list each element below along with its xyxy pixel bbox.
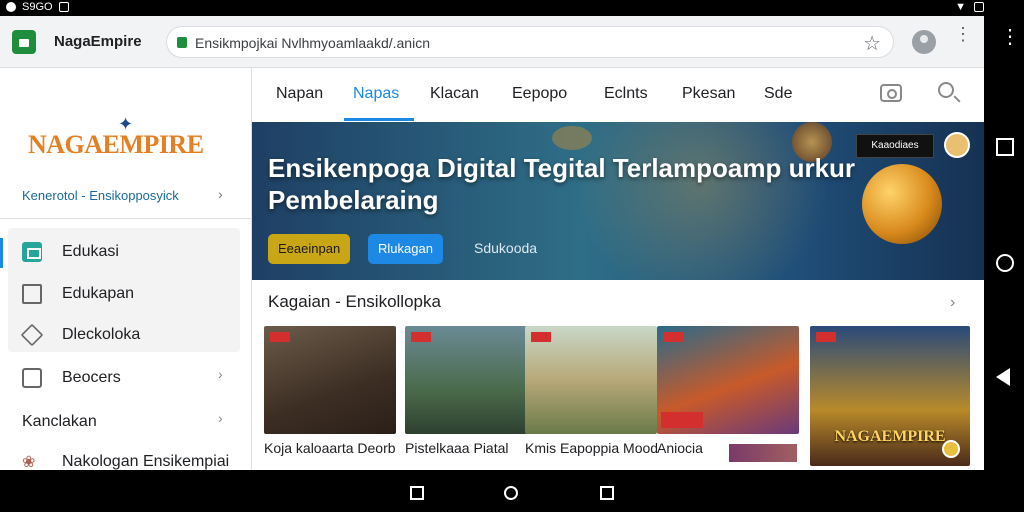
sidebar-item-edukasi[interactable]: Edukasi	[22, 240, 119, 264]
divider	[0, 218, 252, 219]
sidebar-item-label: Kanclakan	[22, 413, 97, 430]
leaf-icon: ❀	[22, 454, 36, 470]
chevron-right-icon[interactable]: ›	[950, 294, 955, 312]
tab-eepopo[interactable]: Eepopo	[512, 85, 567, 103]
overflow-menu-icon[interactable]: ⋮	[1000, 27, 1020, 47]
active-tab-underline	[344, 118, 414, 121]
hero-trophy-image	[862, 164, 942, 244]
card-thumbnail[interactable]	[405, 326, 537, 434]
site-title: NagaEmpire	[54, 33, 142, 50]
content-card[interactable]: Kmis Eapoppia Moodaloi	[525, 326, 657, 456]
nav-tabs: Napan Napas Klacan Eepopo Eclnts Pkesan …	[252, 68, 984, 122]
search-icon[interactable]	[938, 82, 954, 98]
active-indicator	[0, 238, 3, 268]
status-text: S9GO	[22, 1, 53, 13]
bookmark-star-icon[interactable]: ☆	[863, 31, 881, 56]
home-icon[interactable]	[996, 254, 1014, 272]
main-content: Napan Napas Klacan Eepopo Eclnts Pkesan …	[252, 68, 984, 470]
sidebar-item-label: Edukapan	[62, 285, 135, 302]
card-title[interactable]: Koja kaloaarta Deorbier	[264, 440, 396, 456]
card-thumbnail[interactable]	[657, 326, 799, 434]
breadcrumb[interactable]: Kenerotol - Ensikopposyick	[22, 188, 179, 203]
hero-coins-decoration	[552, 126, 592, 150]
coin-icon	[942, 440, 960, 458]
hero-banner: Kaaodiaes Ensikenpoga Digital Tegital Te…	[252, 122, 984, 280]
tab-eclnts[interactable]: Eclnts	[604, 85, 648, 103]
hero-avatar[interactable]	[944, 132, 970, 158]
battery-icon	[974, 2, 984, 12]
sidebar-item-nakologan[interactable]: ❀ Nakologan Ensikempiai	[22, 450, 229, 470]
hero-title: Ensikenpoga Digital Tegital Terlampoamp …	[268, 153, 856, 215]
sidebar-item-beocers[interactable]: Beocers	[22, 366, 121, 390]
live-badge	[411, 332, 431, 342]
camera-icon[interactable]	[880, 84, 902, 102]
sidebar-item-dleckoloka[interactable]: Dleckoloka	[20, 323, 141, 347]
app-icon	[58, 2, 69, 12]
card-title[interactable]: Aniocia	[657, 440, 723, 456]
address-bar[interactable]: Ensikmpojkai Nvlhmyoamlaakd/.anicn ☆	[166, 26, 894, 58]
sidebar-item-label: Beocers	[62, 369, 121, 386]
system-nav-bottom	[0, 470, 1024, 512]
chevron-right-icon[interactable]: ›	[218, 186, 223, 202]
chevron-right-icon[interactable]: ›	[218, 410, 223, 426]
tab-klacan[interactable]: Klacan	[430, 85, 479, 103]
education-icon	[22, 242, 42, 262]
live-badge	[270, 332, 290, 342]
content-card[interactable]: Koja kaloaarta Deorbier	[264, 326, 396, 456]
lock-icon	[177, 37, 187, 48]
sidebar-item-kanclakan[interactable]: Kanclakan	[22, 410, 97, 434]
browser-window: NagaEmpire Ensikmpojkai Nvlhmyoamlaakd/.…	[0, 16, 984, 470]
status-bar: S9GO ▼	[0, 0, 1024, 16]
content-card[interactable]: Pistelkaaa Piatal	[405, 326, 537, 456]
tab-pkesan[interactable]: Pkesan	[682, 85, 735, 103]
more-menu-icon[interactable]: ⋮	[954, 25, 972, 43]
profile-avatar-icon[interactable]	[912, 30, 936, 54]
wifi-icon: ▼	[955, 1, 966, 13]
label-badge	[661, 412, 703, 428]
sidebar: ✦ NAGAEMPIRE Kenerotol - Ensikopposyick …	[0, 68, 252, 470]
chart-icon	[22, 284, 42, 304]
section-title: Kagaian - Ensikollopka	[268, 292, 441, 311]
card-thumbnail[interactable]	[525, 326, 657, 434]
hero-secondary-button[interactable]: Rlukagan	[368, 234, 443, 264]
tag-icon	[20, 323, 44, 347]
card-strip	[729, 444, 797, 462]
recents-icon[interactable]	[996, 138, 1014, 156]
recents-icon[interactable]	[410, 486, 424, 500]
sidebar-item-label: Edukasi	[62, 243, 119, 260]
live-badge	[663, 332, 683, 342]
briefcase-icon	[22, 368, 42, 388]
live-badge	[531, 332, 551, 342]
notification-icon	[6, 2, 16, 12]
chevron-right-icon[interactable]: ›	[218, 366, 223, 382]
site-lock-icon[interactable]	[12, 30, 36, 54]
hero-link[interactable]: Sdukooda	[474, 240, 537, 256]
hero-primary-button[interactable]: Eeaeinpan	[268, 234, 351, 264]
sidebar-item-edukapan[interactable]: Edukapan	[22, 282, 134, 306]
back-icon[interactable]	[996, 368, 1010, 386]
system-nav-right: ⋮	[984, 16, 1024, 470]
overview-icon[interactable]	[600, 486, 614, 500]
site-logo[interactable]: NAGAEMPIRE	[28, 130, 204, 160]
card-poster-title: NAGAEMPIRE	[834, 428, 946, 445]
home-icon[interactable]	[504, 486, 518, 500]
tab-napan[interactable]: Napan	[276, 85, 323, 103]
card-thumbnail[interactable]	[264, 326, 396, 434]
card-title[interactable]: Pistelkaaa Piatal	[405, 440, 537, 456]
tab-sde[interactable]: Sde	[764, 85, 792, 103]
url-text[interactable]: Ensikmpojkai Nvlhmyoamlaakd/.anicn	[195, 35, 430, 51]
tab-napas[interactable]: Napas	[353, 85, 399, 103]
live-badge	[816, 332, 836, 342]
content-card[interactable]: NAGAEMPIRE	[810, 326, 970, 466]
sidebar-item-label: Nakologan Ensikempiai	[62, 453, 230, 470]
card-thumbnail[interactable]: NAGAEMPIRE	[810, 326, 970, 466]
card-title[interactable]: Kmis Eapoppia Moodaloi	[525, 440, 657, 456]
content-card[interactable]: Aniocia	[657, 326, 799, 462]
browser-toolbar: NagaEmpire Ensikmpojkai Nvlhmyoamlaakd/.…	[0, 16, 984, 68]
sidebar-item-label: Dleckoloka	[62, 326, 141, 343]
